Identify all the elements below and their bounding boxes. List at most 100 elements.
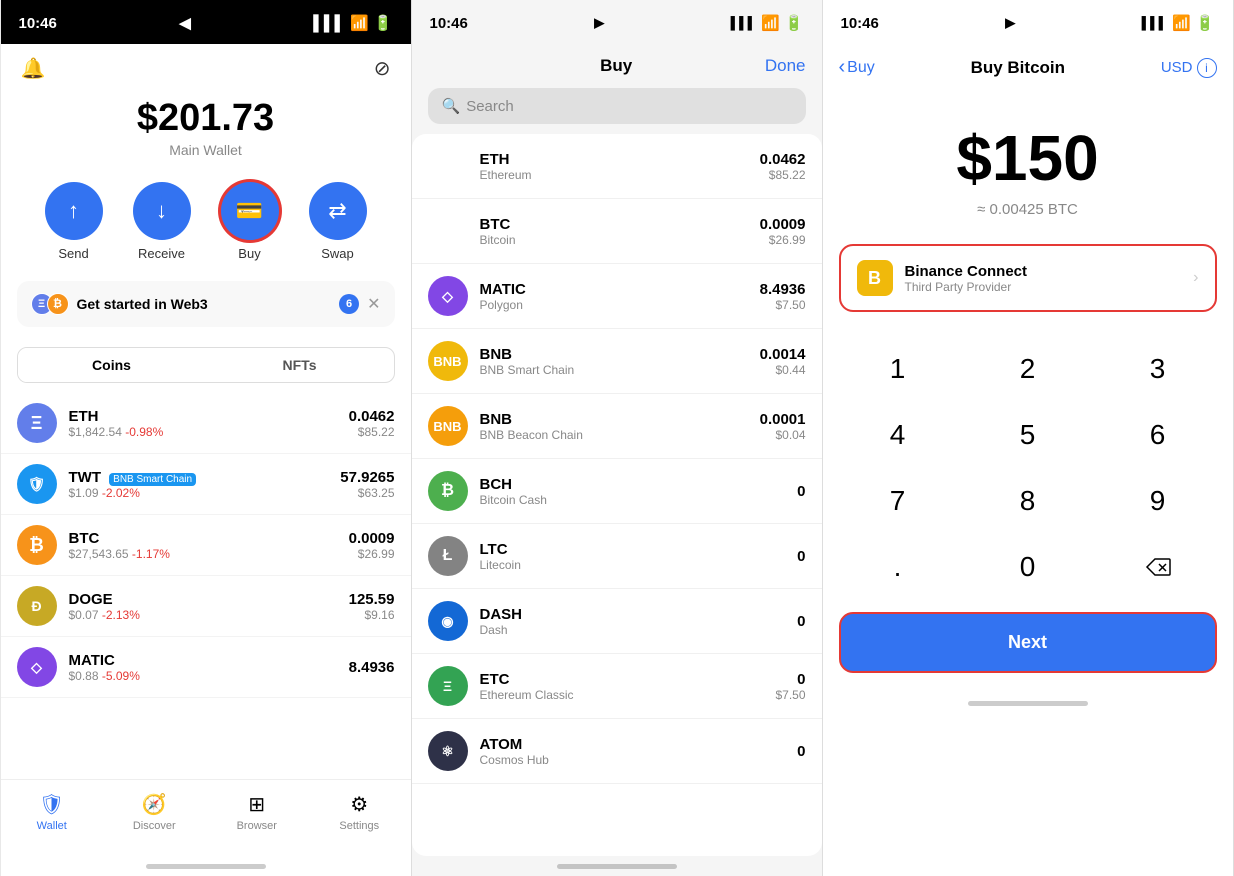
- buy-item-bnb1[interactable]: BNB BNB BNB Smart Chain 0.0014 $0.44: [412, 329, 822, 394]
- signal-icon-3: ▌▌▌: [1142, 16, 1168, 30]
- coin-info-btc: BTC $27,543.65 -1.17%: [69, 530, 337, 561]
- currency-selector[interactable]: USD i: [1161, 58, 1217, 78]
- status-bar-3: 10:46 ▶ ▌▌▌ 📶 🔋: [823, 0, 1233, 44]
- nav-wallet[interactable]: 🛡 Wallet: [1, 788, 104, 836]
- buy-matic-amount: 8.4936: [760, 281, 806, 298]
- coin-item-doge[interactable]: Ð DOGE $0.07 -2.13% 125.59 $9.16: [1, 576, 411, 637]
- swap-icon: ⇄: [309, 182, 367, 240]
- key-dot[interactable]: .: [833, 534, 963, 600]
- balance-section: $201.73 Main Wallet: [1, 87, 411, 164]
- buy-atom-info: ATOM Cosmos Hub: [480, 736, 786, 767]
- key-2[interactable]: 2: [963, 336, 1093, 402]
- buy-etc-usd: $7.50: [775, 688, 805, 702]
- nav-settings[interactable]: ⚙ Settings: [308, 788, 411, 836]
- search-placeholder: Search: [466, 98, 514, 115]
- search-bar[interactable]: 🔍 Search: [428, 88, 806, 124]
- chevron-left-icon: ‹: [839, 56, 846, 79]
- status-bar-2: 10:46 ▶ ▌▌▌ 📶 🔋: [412, 0, 822, 44]
- key-7[interactable]: 7: [833, 468, 963, 534]
- buy-dash-name: DASH: [480, 606, 786, 623]
- key-4[interactable]: 4: [833, 402, 963, 468]
- key-1[interactable]: 1: [833, 336, 963, 402]
- coin-item-btc[interactable]: ₿ BTC $27,543.65 -1.17% 0.0009 $26.99: [1, 515, 411, 576]
- buy-etc-zero: 0: [775, 671, 805, 688]
- notification-icon[interactable]: 🔔: [21, 56, 46, 81]
- buy-item-bnb2[interactable]: BNB BNB BNB Beacon Chain 0.0001 $0.04: [412, 394, 822, 459]
- next-button[interactable]: Next: [839, 612, 1217, 673]
- coin-item-twt[interactable]: 🛡 TWT BNB Smart Chain $1.09 -2.02% 57.92…: [1, 454, 411, 515]
- buy-dash-val: 0: [797, 613, 805, 630]
- filter-icon[interactable]: ⊘: [374, 56, 391, 81]
- twt-amount: 57.9265: [340, 469, 394, 486]
- buy-item-eth[interactable]: Ξ ETH Ethereum 0.0462 $85.22: [412, 134, 822, 199]
- buy-eth-sub: Ethereum: [480, 168, 748, 182]
- buy-eth-usd: $85.22: [760, 168, 806, 182]
- key-5[interactable]: 5: [963, 402, 1093, 468]
- buy-bch-name: BCH: [480, 476, 786, 493]
- coin-info-doge: DOGE $0.07 -2.13%: [69, 591, 337, 622]
- buy-item-ltc[interactable]: Ł LTC Litecoin 0: [412, 524, 822, 589]
- buy-button[interactable]: 💳 Buy: [221, 182, 279, 261]
- buy-btc-amount: 0.0009: [760, 216, 806, 233]
- receive-button[interactable]: ↓ Receive: [133, 182, 191, 261]
- buy-bnb2-sub: BNB Beacon Chain: [480, 428, 748, 442]
- buy-item-etc[interactable]: Ξ ETC Ethereum Classic 0 $7.50: [412, 654, 822, 719]
- key-0[interactable]: 0: [963, 534, 1093, 600]
- key-8[interactable]: 8: [963, 468, 1093, 534]
- buy-bnb1-info: BNB BNB Smart Chain: [480, 346, 748, 377]
- swap-label: Swap: [321, 246, 354, 261]
- buy-eth-val: 0.0462 $85.22: [760, 151, 806, 182]
- buy-etc-info: ETC Ethereum Classic: [480, 671, 764, 702]
- key-6[interactable]: 6: [1093, 402, 1223, 468]
- nav-discover[interactable]: 🧭 Discover: [103, 788, 206, 836]
- send-button[interactable]: ↑ Send: [45, 182, 103, 261]
- buy-item-matic[interactable]: ◇ MATIC Polygon 8.4936 $7.50: [412, 264, 822, 329]
- numpad: 1 2 3 4 5 6 7 8 9 . 0: [823, 336, 1233, 600]
- browser-nav-icon: ⊞: [248, 792, 265, 817]
- buy-dash-info: DASH Dash: [480, 606, 786, 637]
- screen-wallet: 10:46 ◀ ▌▌▌ 📶 🔋 🔔 ⊘ $201.73 Main Wallet …: [1, 0, 412, 876]
- coin-item-eth[interactable]: Ξ ETH $1,842.54 -0.98% 0.0462 $85.22: [1, 393, 411, 454]
- btc-value: 0.0009 $26.99: [349, 530, 395, 561]
- btc-amount: 0.0009: [349, 530, 395, 547]
- tab-coins[interactable]: Coins: [18, 348, 206, 382]
- key-3[interactable]: 3: [1093, 336, 1223, 402]
- coin-info-twt: TWT BNB Smart Chain $1.09 -2.02%: [69, 469, 329, 500]
- settings-nav-label: Settings: [339, 820, 379, 832]
- bottom-nav: 🛡 Wallet 🧭 Discover ⊞ Browser ⚙ Settings: [1, 779, 411, 856]
- balance-amount: $201.73: [1, 97, 411, 140]
- buy-ltc-zero: 0: [797, 548, 805, 565]
- buy-item-btc[interactable]: ₿ BTC Bitcoin 0.0009 $26.99: [412, 199, 822, 264]
- done-button[interactable]: Done: [765, 56, 806, 76]
- info-icon[interactable]: i: [1197, 58, 1217, 78]
- battery-icon-2: 🔋: [785, 14, 804, 32]
- back-button[interactable]: ‹ Buy: [839, 56, 875, 79]
- nav-browser[interactable]: ⊞ Browser: [206, 788, 309, 836]
- send-icon: ↑: [45, 182, 103, 240]
- doge-amount: 125.59: [349, 591, 395, 608]
- buy-item-bch[interactable]: ₿ BCH Bitcoin Cash 0: [412, 459, 822, 524]
- buy-item-atom[interactable]: ⚛ ATOM Cosmos Hub 0: [412, 719, 822, 784]
- swap-button[interactable]: ⇄ Swap: [309, 182, 367, 261]
- web3-close-icon[interactable]: ✕: [367, 294, 380, 314]
- wallet-label: Main Wallet: [1, 142, 411, 158]
- buy-matic-usd: $7.50: [760, 298, 806, 312]
- eth-name: ETH: [69, 408, 337, 425]
- send-label: Send: [58, 246, 88, 261]
- tab-nfts[interactable]: NFTs: [206, 348, 394, 382]
- coin-info-eth: ETH $1,842.54 -0.98%: [69, 408, 337, 439]
- coin-item-matic[interactable]: ◇ MATIC $0.88 -5.09% 8.4936: [1, 637, 411, 698]
- buy-btc-icon: ₿: [428, 211, 468, 251]
- doge-price: $0.07 -2.13%: [69, 608, 337, 622]
- eth-price: $1,842.54 -0.98%: [69, 425, 337, 439]
- buy-item-dash[interactable]: ◉ DASH Dash 0: [412, 589, 822, 654]
- provider-selector[interactable]: B Binance Connect Third Party Provider ›: [839, 244, 1217, 312]
- key-9[interactable]: 9: [1093, 468, 1223, 534]
- location-icon-2: ▶: [594, 15, 604, 31]
- coin-info-matic: MATIC $0.88 -5.09%: [69, 652, 337, 683]
- web3-banner[interactable]: Ξ ₿ Get started in Web3 6 ✕: [17, 281, 395, 327]
- home-indicator-1: [1, 856, 411, 876]
- amount-display: $150 ≈ 0.00425 BTC: [823, 91, 1233, 228]
- buy-eth-amount: 0.0462: [760, 151, 806, 168]
- key-backspace[interactable]: [1093, 534, 1223, 600]
